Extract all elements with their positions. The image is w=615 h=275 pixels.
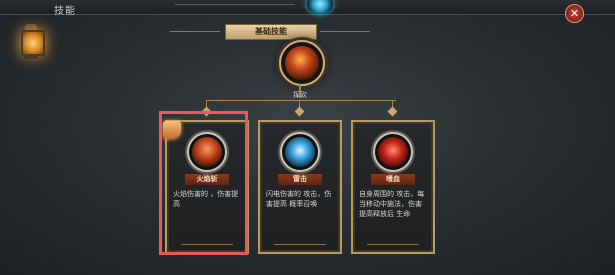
flame-warrior-icon	[285, 46, 319, 80]
skill-name: 嗜血	[371, 174, 415, 185]
lightning-blade-icon	[285, 137, 315, 167]
close-button[interactable]: ✕	[565, 4, 584, 23]
blood-sword-icon	[378, 137, 408, 167]
connector	[299, 84, 301, 98]
skill-card-lightning[interactable]: 雷击 闪电伤害的 攻击，伤害提高 概率召唤	[258, 120, 342, 254]
card-divider	[274, 244, 326, 247]
lantern-icon	[18, 24, 45, 64]
root-skill-node[interactable]	[279, 40, 325, 86]
skill-description: 闪电伤害的 攻击，伤害提高 概率召唤	[266, 190, 332, 208]
connector	[206, 100, 396, 101]
card-divider	[367, 244, 419, 247]
selection-highlight	[159, 111, 248, 255]
window-title: 技能	[54, 6, 76, 17]
banner-line-right	[320, 31, 370, 32]
skill-icon-frame	[373, 132, 413, 172]
banner-line-left	[170, 31, 220, 32]
diamond-ornament	[387, 106, 398, 117]
close-icon: ✕	[569, 7, 580, 20]
skill-icon-frame	[280, 132, 320, 172]
skill-card-blood[interactable]: 嗜血 自身周围的 攻击，每当移动中施法，伤害提高释放后 生命	[351, 120, 435, 254]
skill-description: 自身周围的 攻击，每当移动中施法，伤害提高释放后 生命	[359, 190, 425, 218]
section-title: 基础技能	[225, 24, 317, 40]
top-ornament	[175, 4, 295, 8]
skill-name: 雷击	[278, 174, 322, 185]
diamond-ornament	[294, 106, 305, 117]
